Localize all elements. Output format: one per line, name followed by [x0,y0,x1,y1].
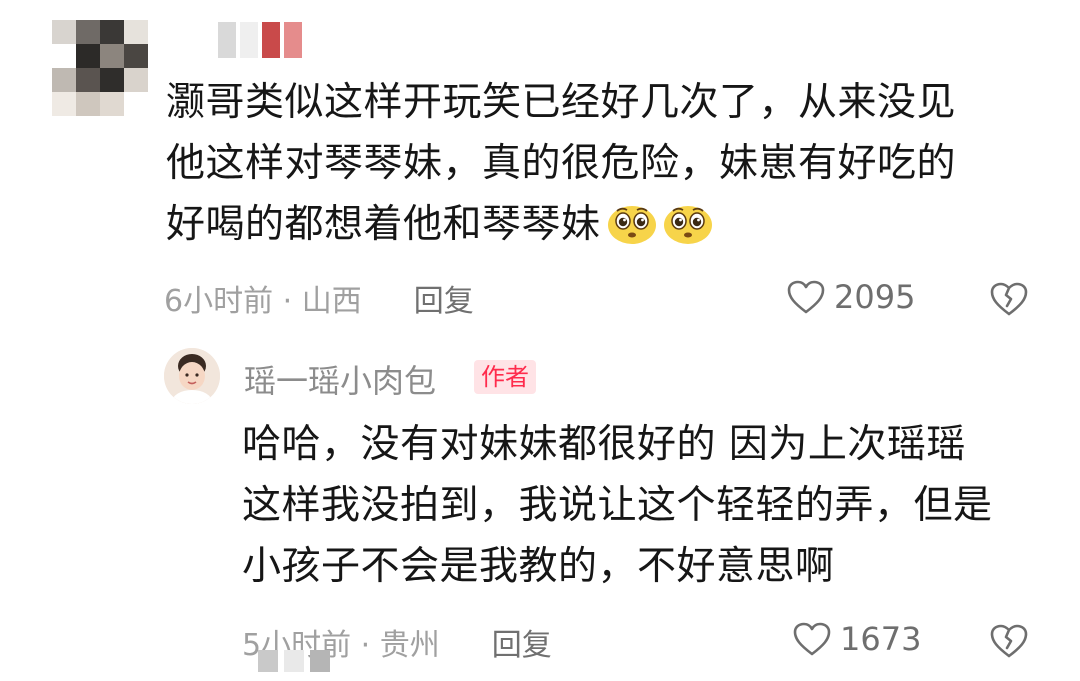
comment-line: 他这样对琴琴妹，真的很危险，妹崽有好吃的 [166,141,957,186]
comment-thread: 灏哥类似这样开玩笑已经好几次了，从来没见 他这样对琴琴妹，真的很危险，妹崽有好吃… [0,0,1080,681]
reply-line: 小孩子不会是我教的，不好意思啊 [242,544,835,589]
avatar-pixelated[interactable] [52,20,148,116]
like-button[interactable]: 1673 [792,620,921,658]
reply-button[interactable]: 回复 [492,620,552,664]
pleading-face-emoji-icon [663,206,712,244]
username-pixelated[interactable] [218,22,302,58]
reply-username[interactable]: 瑶一瑶小肉包 [244,356,436,402]
comment-meta: 6小时前 · 山西 回复 [164,276,474,320]
comment-line-text: 好喝的都想着他和琴琴妹 [166,202,601,247]
comment-line: 灏哥类似这样开玩笑已经好几次了，从来没见 [166,80,957,125]
reply-button[interactable]: 回复 [414,276,474,320]
comment-line-with-emoji: 好喝的都想着他和琴琴妹 [166,194,956,255]
heart-outline-icon [787,280,825,314]
like-count: 1673 [840,620,922,658]
broken-heart-icon[interactable] [988,622,1030,660]
heart-outline-icon [793,622,831,656]
comment-body: 灏哥类似这样开玩笑已经好几次了，从来没见 他这样对琴琴妹，真的很危险，妹崽有好吃… [166,72,956,255]
broken-heart-icon[interactable] [988,280,1030,318]
avatar[interactable] [164,348,220,404]
reply-line: 这样我没拍到，我说让这个轻轻的弄，但是 [242,483,993,528]
avatar-photo [164,348,220,404]
comment-time-location: 6小时前 · 山西 [164,284,362,319]
reply-line: 哈哈，没有对妹妹都很好的 因为上次瑶瑶 [242,422,966,467]
reply-body: 哈哈，没有对妹妹都很好的 因为上次瑶瑶 这样我没拍到，我说让这个轻轻的弄，但是 … [242,414,993,597]
like-count: 2095 [834,278,916,316]
like-button[interactable]: 2095 [786,278,915,316]
author-badge: 作者 [474,360,536,394]
pleading-face-emoji-icon [607,206,656,244]
pixelated-overlay [258,650,330,672]
